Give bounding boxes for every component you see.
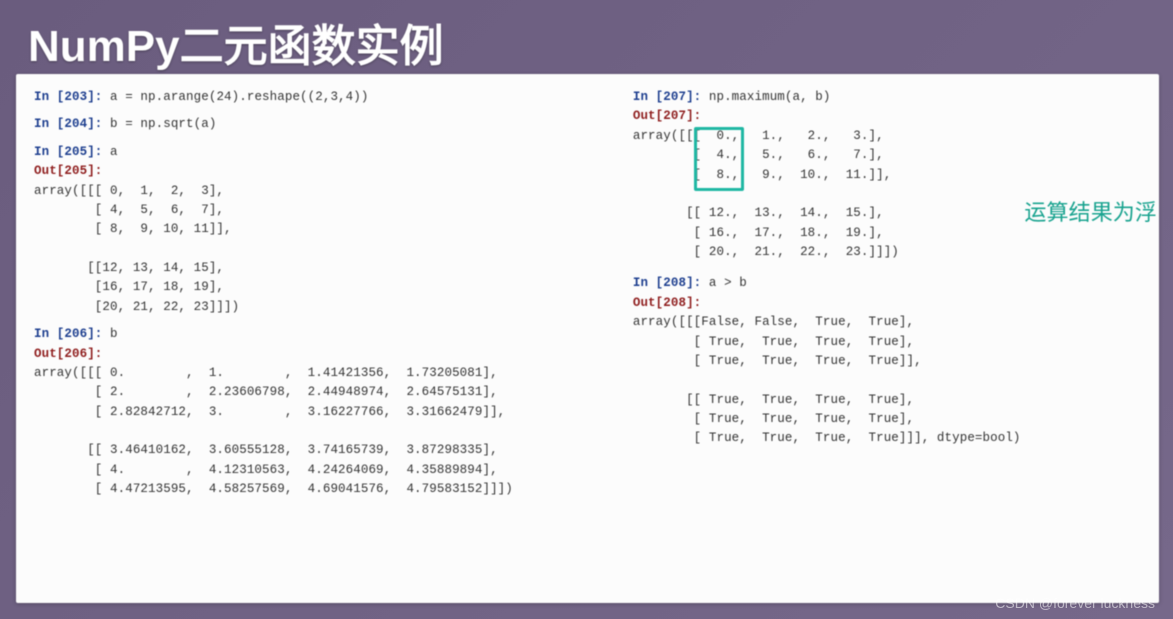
out-prompt: Out[208]: (633, 296, 701, 310)
in-prompt: In [204]: (34, 117, 102, 131)
array-output: array([[[False, False, True, True], [ Tr… (633, 315, 1021, 445)
in-prompt: In [203]: (34, 90, 102, 104)
left-column: In [203]: a = np.arange(24).reshape((2,3… (34, 88, 593, 593)
code-line: b = np.sqrt(a) (102, 117, 216, 131)
code-line: a > b (701, 276, 747, 290)
code-panel: In [203]: a = np.arange(24).reshape((2,3… (16, 74, 1159, 603)
slide-title: NumPy二元函数实例 (0, 0, 1173, 82)
code-line: a (102, 145, 117, 159)
code-line: a = np.arange(24).reshape((2,3,4)) (102, 90, 368, 104)
in-prompt: In [207]: (633, 90, 701, 104)
code-line: b (102, 327, 117, 341)
code-line: np.maximum(a, b) (701, 90, 830, 104)
right-column: In [207]: np.maximum(a, b) Out[207]: arr… (633, 88, 1147, 593)
cell-203: In [203]: a = np.arange(24).reshape((2,3… (34, 88, 593, 107)
in-prompt: In [205]: (34, 145, 102, 159)
watermark: CSDN @forever luckness (995, 595, 1155, 611)
cell-206: In [206]: b Out[206]: array([[[ 0. , 1. … (34, 325, 593, 499)
out-prompt: Out[205]: (34, 164, 102, 178)
array-output: array([[[ 0. , 1. , 1.41421356, 1.732050… (34, 366, 513, 496)
cell-207: In [207]: np.maximum(a, b) Out[207]: arr… (633, 88, 1147, 262)
in-prompt: In [208]: (633, 276, 701, 290)
array-output: array([[[ 0, 1, 2, 3], [ 4, 5, 6, 7], [ … (34, 184, 239, 314)
callout-text: 运算结果为浮 (1024, 196, 1157, 230)
cell-205: In [205]: a Out[205]: array([[[ 0, 1, 2,… (34, 143, 593, 317)
slide-stage: NumPy二元函数实例 In [203]: a = np.arange(24).… (0, 0, 1173, 619)
in-prompt: In [206]: (34, 327, 102, 341)
cell-208: In [208]: a > b Out[208]: array([[[False… (633, 274, 1147, 448)
cell-204: In [204]: b = np.sqrt(a) (34, 115, 593, 134)
out-prompt: Out[207]: (633, 109, 701, 123)
array-output: array([[[ 0., 1., 2., 3.], [ 4., 5., 6.,… (633, 129, 899, 259)
out-prompt: Out[206]: (34, 347, 102, 361)
